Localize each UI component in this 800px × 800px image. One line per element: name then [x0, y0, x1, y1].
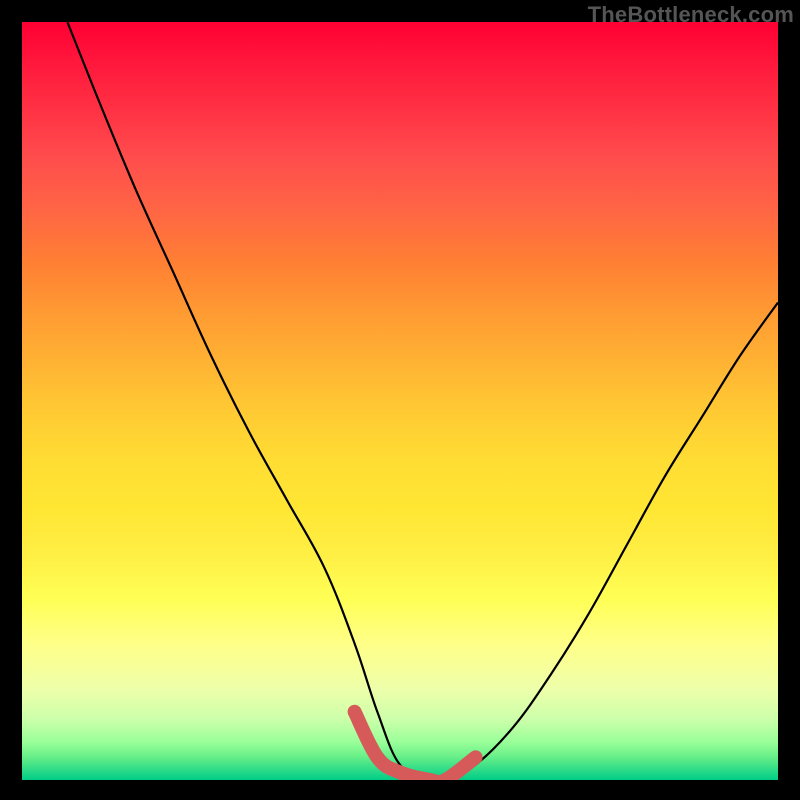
watermark-text: TheBottleneck.com	[588, 2, 794, 28]
plot-area	[22, 22, 778, 780]
bottleneck-curve-path	[67, 22, 778, 780]
bottleneck-chart: TheBottleneck.com	[0, 0, 800, 800]
curve-layer	[22, 22, 778, 780]
flat-bottom-highlight-path	[355, 712, 476, 780]
